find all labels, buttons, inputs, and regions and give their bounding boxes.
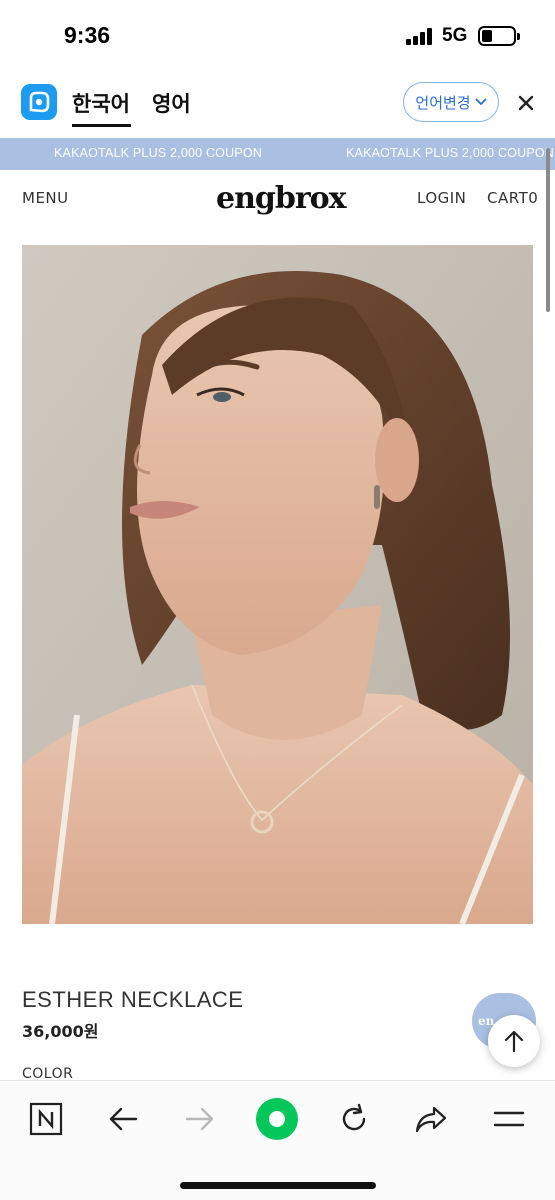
- menu-icon[interactable]: [487, 1097, 531, 1141]
- reload-icon[interactable]: [332, 1097, 376, 1141]
- scroll-top-button[interactable]: [488, 1015, 540, 1067]
- browser-toolbar: [0, 1080, 555, 1200]
- signal-icon: [406, 27, 434, 45]
- status-bar: 9:36 5G: [0, 0, 555, 72]
- tab-korean[interactable]: 한국어: [72, 88, 130, 118]
- product-image[interactable]: [22, 245, 533, 924]
- back-icon[interactable]: [101, 1097, 145, 1141]
- language-change-label: 언어변경: [415, 93, 471, 112]
- battery-icon: [478, 26, 520, 46]
- active-tab-underline: [72, 124, 131, 127]
- share-icon[interactable]: [409, 1097, 453, 1141]
- coupon-text: KAKAOTALK PLUS 2,000 COUPON: [54, 146, 263, 160]
- forward-icon: [178, 1097, 222, 1141]
- cart-label: CART: [487, 189, 529, 207]
- status-time: 9:36: [64, 22, 111, 48]
- product-price: 36,000원: [22, 1022, 99, 1041]
- chevron-down-icon: [474, 98, 487, 106]
- cart-link[interactable]: CART0: [487, 189, 538, 207]
- home-indicator[interactable]: [180, 1182, 376, 1189]
- site-logo[interactable]: engbrox: [216, 181, 347, 216]
- cart-count: 0: [528, 189, 539, 207]
- close-icon[interactable]: [514, 91, 538, 115]
- coupon-banner[interactable]: KAKAOTALK PLUS 2,000 COUPON KAKAOTALK PL…: [0, 138, 555, 170]
- site-header: MENU engbrox LOGIN CART0: [0, 170, 555, 230]
- papago-icon[interactable]: [21, 84, 57, 120]
- green-dot-icon[interactable]: [255, 1097, 299, 1141]
- menu-link[interactable]: MENU: [22, 189, 69, 207]
- login-link[interactable]: LOGIN: [417, 189, 466, 207]
- language-change-button[interactable]: 언어변경: [403, 82, 499, 122]
- network-label: 5G: [442, 25, 468, 46]
- coupon-text: KAKAOTALK PLUS 2,000 COUPON: [346, 146, 555, 160]
- arrow-up-icon: [504, 1030, 524, 1053]
- product-name: ESTHER NECKLACE: [22, 987, 244, 1012]
- naver-n-icon[interactable]: [24, 1097, 68, 1141]
- translate-bar: 한국어 영어 언어변경: [0, 72, 555, 138]
- tab-english[interactable]: 영어: [152, 88, 191, 118]
